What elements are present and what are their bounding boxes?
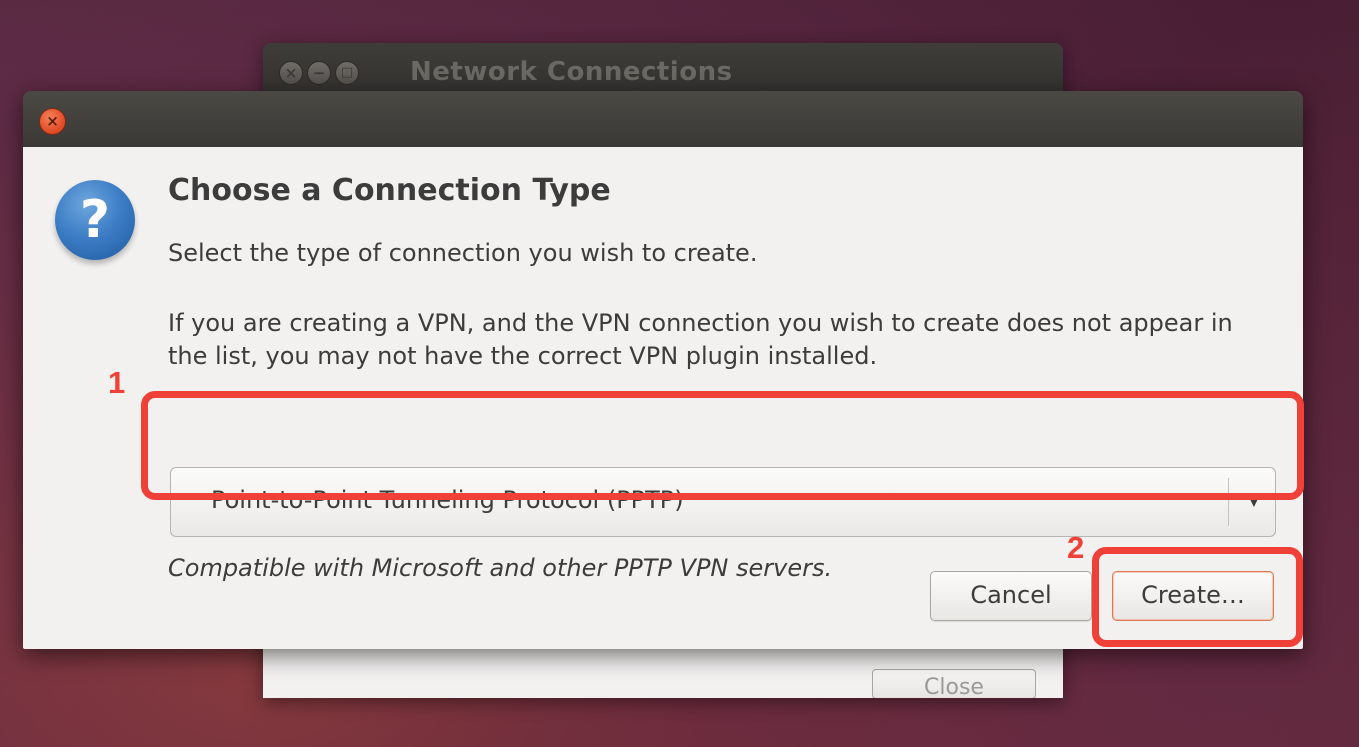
window-close-icon[interactable]: ×: [279, 61, 303, 85]
vpn-plugin-note: If you are creating a VPN, and the VPN c…: [168, 309, 1233, 370]
dialog-titlebar: ×: [23, 91, 1303, 147]
dialog-close-icon[interactable]: ×: [39, 108, 66, 135]
annotation-number-1: 1: [108, 365, 126, 400]
annotation-box-1: [141, 391, 1304, 500]
window-maximize-icon[interactable]: □: [335, 61, 359, 85]
network-connections-close-button[interactable]: Close: [872, 669, 1036, 698]
dialog-subtitle: Select the type of connection you wish t…: [168, 239, 758, 267]
question-icon: ?: [55, 180, 135, 260]
window-minimize-icon[interactable]: −: [307, 61, 331, 85]
dialog-heading: Choose a Connection Type: [168, 173, 611, 208]
network-connections-title: Network Connections: [410, 57, 733, 87]
cancel-button[interactable]: Cancel: [930, 571, 1092, 621]
connection-type-hint: Compatible with Microsoft and other PPTP…: [168, 554, 833, 582]
annotation-number-2: 2: [1067, 530, 1085, 565]
annotation-box-2: [1092, 547, 1303, 647]
